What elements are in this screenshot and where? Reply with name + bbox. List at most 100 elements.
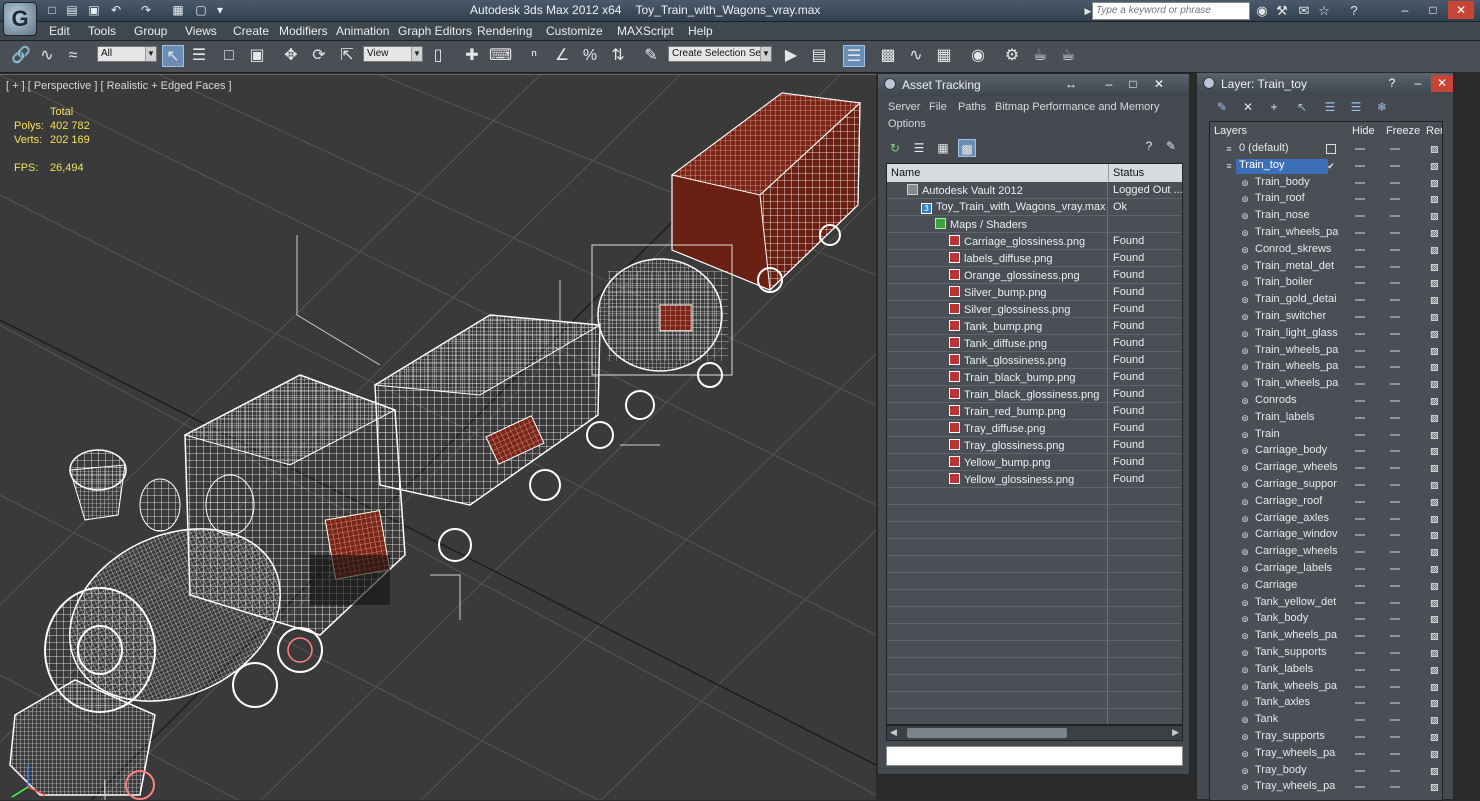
add-to-layer-icon[interactable]: + — [1265, 98, 1283, 116]
hide-toggle[interactable] — [1355, 500, 1365, 503]
freeze-toggle[interactable] — [1390, 215, 1400, 218]
freeze-toggle[interactable] — [1390, 299, 1400, 302]
select-highlighted-icon[interactable]: ↖ — [1293, 98, 1311, 116]
freeze-toggle[interactable] — [1390, 652, 1400, 654]
select-and-link-icon[interactable]: 🔗 — [10, 45, 32, 67]
layer-name[interactable]: Conrods — [1252, 394, 1344, 409]
layer-name[interactable]: Train_wheels_pa — [1252, 377, 1344, 392]
render-teapot-icon[interactable]: ▨ — [1430, 749, 1440, 759]
asset-row[interactable]: Train_red_bump.png Found — [887, 403, 1182, 420]
render-teapot-icon[interactable]: ▨ — [1430, 178, 1440, 188]
layer-row[interactable]: ⊚ Tank_wheels_pa ▨ — [1210, 628, 1442, 645]
hide-toggle[interactable] — [1355, 668, 1365, 671]
layer-row[interactable]: ⊚ Tank_axles ▨ — [1210, 695, 1442, 712]
hide-unhide-all-icon[interactable]: ☰ — [1347, 98, 1365, 116]
window-crossing-icon[interactable]: ▣ — [246, 45, 268, 67]
hide-toggle[interactable] — [1355, 282, 1365, 285]
create-new-layer-icon[interactable]: ✎ — [1213, 98, 1231, 116]
hide-toggle[interactable] — [1355, 635, 1365, 638]
asset-row[interactable]: Train_black_glossiness.png Found — [887, 386, 1182, 403]
dock-arrows-icon[interactable]: ↔ — [1060, 76, 1082, 93]
maximize-window-button[interactable]: □ — [1420, 1, 1446, 19]
layer-row[interactable]: ⊚ Carriage_labels ▨ — [1210, 561, 1442, 578]
refresh-icon[interactable]: ↻ — [886, 139, 904, 157]
curve-editor-icon[interactable]: ∿ — [905, 45, 927, 67]
layer-name[interactable]: Tray_body — [1252, 764, 1344, 779]
hide-toggle[interactable] — [1355, 181, 1365, 184]
render-teapot-icon[interactable]: ▨ — [1430, 430, 1440, 440]
hide-toggle[interactable] — [1355, 618, 1365, 621]
freeze-toggle[interactable] — [1390, 484, 1400, 486]
layer-name[interactable]: Tank_yellow_det — [1252, 596, 1344, 611]
asset-row[interactable]: labels_diffuse.png Found — [887, 250, 1182, 267]
layer-row[interactable]: ⊚ Train_switcher ▨ — [1210, 309, 1442, 326]
subscription-icon[interactable]: ⚒ — [1274, 3, 1290, 19]
render-teapot-icon[interactable]: ▨ — [1430, 581, 1440, 591]
layer-name[interactable]: Tray_wheels_pa — [1252, 747, 1344, 762]
freeze-toggle[interactable] — [1390, 618, 1400, 621]
asset-row[interactable]: 3 Toy_Train_with_Wagons_vray.max Ok — [887, 199, 1182, 216]
select-and-scale-icon[interactable]: ⇱ — [336, 45, 358, 67]
hide-toggle[interactable] — [1355, 265, 1365, 268]
hide-toggle[interactable] — [1355, 332, 1365, 335]
freeze-toggle[interactable] — [1390, 769, 1400, 772]
layer-name[interactable]: 0 (default) — [1236, 142, 1328, 157]
layer-row[interactable]: ⊚ Train_boiler ▨ — [1210, 275, 1442, 292]
freeze-toggle[interactable] — [1390, 164, 1400, 167]
render-teapot-icon[interactable]: ▨ — [1430, 380, 1440, 389]
hide-toggle[interactable] — [1355, 299, 1365, 302]
column-header-render[interactable]: Rende — [1422, 122, 1442, 140]
freeze-toggle[interactable] — [1390, 332, 1400, 335]
freeze-toggle[interactable] — [1390, 517, 1400, 520]
render-teapot-icon[interactable]: ▨ — [1430, 447, 1440, 456]
layer-row[interactable]: ⊚ Train_metal_det ▨ — [1210, 259, 1442, 276]
render-teapot-icon[interactable]: ▨ — [1430, 464, 1440, 473]
minimize-window-button[interactable]: – — [1392, 1, 1418, 19]
hide-toggle[interactable] — [1355, 534, 1365, 537]
freeze-toggle[interactable] — [1390, 148, 1400, 150]
snaps-toggle-icon[interactable]: ⁿ — [523, 45, 545, 67]
layer-help-button[interactable]: ? — [1381, 75, 1403, 92]
app-menu-button[interactable]: G — [3, 2, 37, 36]
layer-row[interactable]: ⊚ Train_body ▨ — [1210, 175, 1442, 192]
percent-snap-icon[interactable]: % — [579, 45, 601, 67]
freeze-toggle[interactable] — [1390, 702, 1400, 705]
layer-name[interactable]: Tank_body — [1252, 612, 1344, 627]
render-teapot-icon[interactable]: ▨ — [1430, 481, 1440, 490]
quick-access-dropdown-icon[interactable]: ▾ — [212, 3, 228, 18]
render-teapot-icon[interactable]: ▨ — [1430, 615, 1440, 624]
select-object-icon[interactable]: ↖ — [162, 45, 184, 67]
menu-animation[interactable]: Animation — [336, 24, 389, 38]
binoculars-icon[interactable]: ◉ — [1254, 3, 1270, 19]
freeze-toggle[interactable] — [1390, 601, 1400, 604]
menu-edit[interactable]: Edit — [49, 24, 70, 38]
layer-name[interactable]: Train_gold_detai — [1252, 293, 1344, 308]
render-teapot-icon[interactable]: ▨ — [1430, 229, 1440, 238]
layer-row[interactable]: ⊚ Tank_supports ▨ — [1210, 645, 1442, 662]
asset-row[interactable]: Silver_glossiness.png Found — [887, 301, 1182, 318]
delete-layer-icon[interactable]: ✕ — [1239, 98, 1257, 116]
hide-toggle[interactable] — [1355, 752, 1365, 755]
layer-close-button[interactable]: ✕ — [1431, 75, 1453, 92]
freeze-toggle[interactable] — [1390, 752, 1400, 755]
layer-manager-icon[interactable]: ☰ — [843, 45, 865, 67]
render-teapot-icon[interactable]: ▨ — [1430, 766, 1440, 776]
freeze-toggle[interactable] — [1390, 433, 1400, 436]
hide-toggle[interactable] — [1355, 433, 1365, 436]
graphite-modeling-tools-icon[interactable]: ▩ — [877, 45, 899, 67]
pivot-center-icon[interactable]: ▯ — [427, 45, 449, 67]
layer-row[interactable]: ⊚ Carriage_suppor ▨ — [1210, 477, 1442, 494]
layer-row[interactable]: ⊚ Carriage ▨ — [1210, 578, 1442, 595]
rectangular-selection-icon[interactable]: □ — [218, 45, 240, 67]
layer-row[interactable]: ⊚ Train_gold_detai ▨ — [1210, 292, 1442, 309]
layer-name[interactable]: Train_boiler — [1252, 276, 1344, 291]
menu-views[interactable]: Views — [185, 24, 217, 38]
keyboard-shortcut-override-icon[interactable]: ⌨ — [489, 45, 512, 67]
column-header-name[interactable]: Name — [887, 164, 1109, 182]
asset-row[interactable]: Carriage_glossiness.png Found — [887, 233, 1182, 250]
hide-toggle[interactable] — [1355, 786, 1365, 789]
schematic-view-icon[interactable]: ▦ — [933, 45, 955, 67]
layer-name[interactable]: Train_light_glass — [1252, 327, 1344, 342]
hide-toggle[interactable] — [1355, 400, 1365, 402]
favorites-star-icon[interactable]: ☆ — [1316, 3, 1332, 19]
